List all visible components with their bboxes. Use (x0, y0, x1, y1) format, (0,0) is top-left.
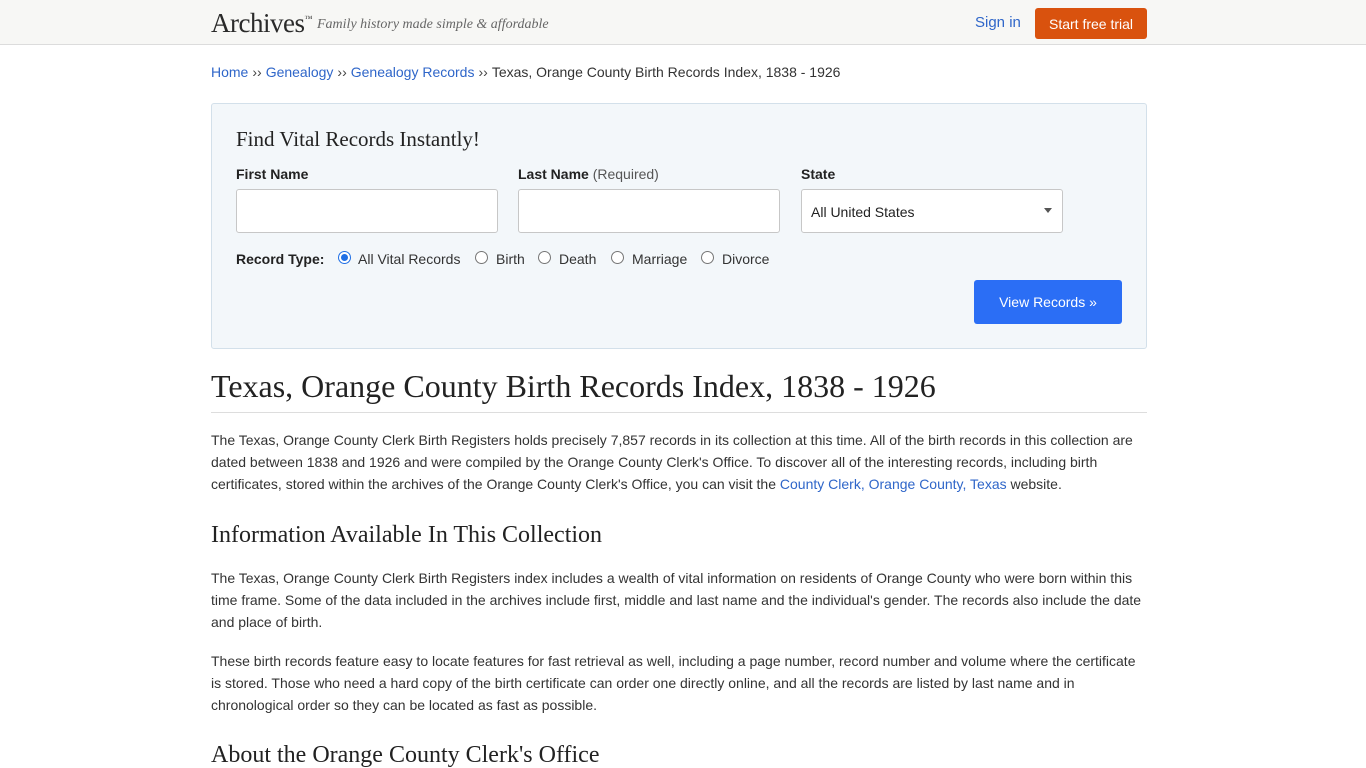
title-divider (211, 412, 1147, 413)
chevron-down-icon (1044, 208, 1052, 213)
site-header: Archives™ Family history made simple & a… (0, 0, 1366, 45)
record-type-label: Record Type: (236, 251, 325, 267)
section-heading-information: Information Available In This Collection (211, 522, 603, 548)
state-select-value: All United States (811, 204, 915, 220)
first-name-label: First Name (236, 166, 309, 182)
information-paragraph-1: The Texas, Orange County Clerk Birth Reg… (211, 570, 1142, 630)
breadcrumb-genealogy[interactable]: Genealogy (266, 64, 334, 80)
search-panel-title: Find Vital Records Instantly! (236, 127, 480, 151)
radio-label-all-vital-records[interactable]: All Vital Records (358, 251, 460, 267)
vital-records-search-form: Find Vital Records Instantly! First Name… (211, 103, 1147, 349)
breadcrumb-home[interactable]: Home (211, 64, 248, 80)
intro-paragraph: The Texas, Orange County Clerk Birth Reg… (211, 429, 1147, 495)
radio-all-vital-records[interactable] (338, 251, 351, 264)
first-name-input[interactable] (236, 189, 498, 233)
breadcrumb-genealogy-records[interactable]: Genealogy Records (351, 64, 475, 80)
radio-death[interactable] (538, 251, 551, 264)
radio-label-divorce[interactable]: Divorce (722, 251, 769, 267)
site-logo[interactable]: Archives™ (211, 8, 312, 39)
radio-divorce[interactable] (701, 251, 714, 264)
page-title: Texas, Orange County Birth Records Index… (211, 368, 936, 404)
logo-text: Archives (211, 8, 305, 38)
required-note: (Required) (592, 166, 659, 182)
breadcrumb: Home ›› Genealogy ›› Genealogy Records ›› Texa… (211, 64, 840, 80)
information-paragraph-2: These birth records feature easy to loca… (211, 653, 1136, 713)
site-tagline: Family history made simple & affordable (317, 17, 549, 32)
breadcrumb-separator: ›› (337, 64, 347, 80)
last-name-label: Last Name (Required) (518, 166, 659, 182)
state-label: State (801, 166, 836, 182)
radio-label-marriage[interactable]: Marriage (632, 251, 687, 267)
county-clerk-link[interactable]: County Clerk, Orange County, Texas (780, 476, 1007, 492)
intro-end-text: website. (1006, 476, 1062, 492)
radio-label-birth[interactable]: Birth (496, 251, 525, 267)
breadcrumb-separator: ›› (252, 64, 262, 80)
radio-marriage[interactable] (611, 251, 624, 264)
section-heading-about-clerk: About the Orange County Clerk's Office (211, 742, 600, 768)
view-records-button[interactable]: View Records » (974, 280, 1122, 324)
last-name-label-text: Last Name (518, 166, 589, 182)
radio-birth[interactable] (475, 251, 488, 264)
trademark-mark: ™ (304, 14, 312, 23)
last-name-input[interactable] (518, 189, 780, 233)
radio-label-death[interactable]: Death (559, 251, 596, 267)
state-select[interactable]: All United States (801, 189, 1063, 233)
start-free-trial-button[interactable]: Start free trial (1035, 8, 1147, 39)
breadcrumb-separator: ›› (478, 64, 488, 80)
sign-in-link[interactable]: Sign in (975, 14, 1021, 31)
breadcrumb-current: Texas, Orange County Birth Records Index… (491, 64, 841, 80)
